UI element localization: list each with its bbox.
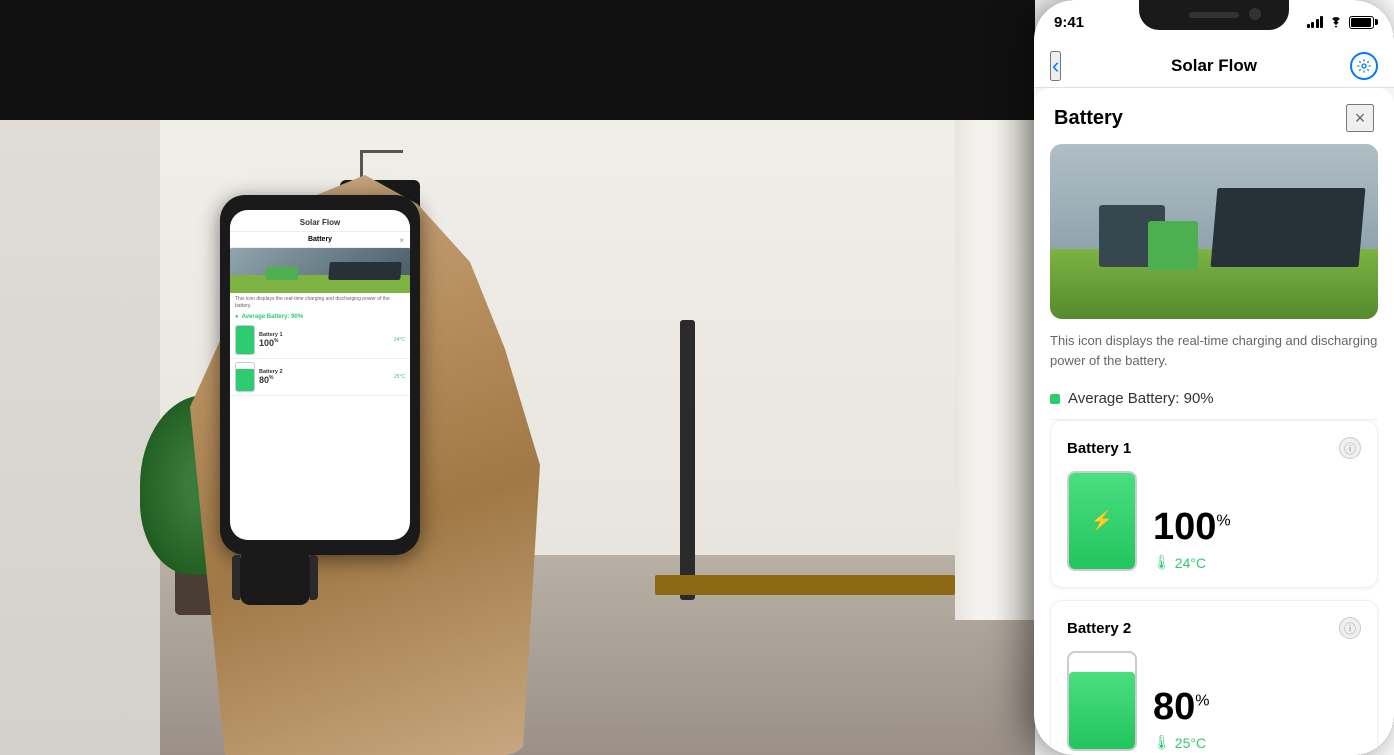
small-battery-cap-2 <box>241 362 249 363</box>
battery-1-percentage: 100% <box>1153 508 1361 546</box>
battery-1-content: ⚡ 100% 🌡 24°C <box>1067 471 1361 571</box>
solar-illustration <box>1050 144 1378 319</box>
signal-bar-3 <box>1316 19 1319 28</box>
phone-notch <box>1139 0 1289 30</box>
panel-header: Battery × <box>1034 88 1394 144</box>
battery-2-visual <box>1067 651 1137 751</box>
battery-1-temp-row: 🌡 24°C <box>1153 554 1361 571</box>
floor-lamp <box>680 320 695 600</box>
battery-1-temp: 24°C <box>1175 555 1206 571</box>
battery-fill <box>1351 18 1371 27</box>
small-battery-fill-1 <box>236 326 254 354</box>
wifi-icon <box>1328 16 1344 29</box>
small-phone-screen: Solar Flow Battery × This icon displays … <box>230 210 410 540</box>
solar-battery-illustration <box>1148 221 1197 270</box>
small-phone-close-icon: × <box>399 236 404 245</box>
small-battery-info-1: Battery 1 100% <box>259 332 390 348</box>
hand-with-phone: Solar Flow Battery × This icon displays … <box>160 155 560 755</box>
settings-icon <box>1356 58 1372 74</box>
small-phone-product-image <box>230 248 410 293</box>
small-battery-icon-1 <box>235 325 255 355</box>
small-battery-temp-2: 25°C <box>394 374 405 380</box>
battery-2-name: Battery 2 <box>1067 620 1131 637</box>
avg-battery-dot-icon <box>1050 394 1060 404</box>
phone-screen: 9:41 <box>1034 0 1394 755</box>
desk <box>655 575 955 595</box>
battery-2-temp-row: 🌡 25°C <box>1153 734 1361 751</box>
panel-title: Battery <box>1054 107 1123 130</box>
panel-close-button[interactable]: × <box>1346 104 1374 132</box>
battery-item-header-1: Battery 1 ⓘ <box>1067 437 1361 459</box>
battery-item-header-2: Battery 2 ⓘ <box>1067 617 1361 639</box>
battery-2-content: 80% 🌡 25°C <box>1067 651 1361 751</box>
small-phone: Solar Flow Battery × This icon displays … <box>220 195 420 555</box>
small-phone-nav-title: Solar Flow <box>230 210 410 232</box>
avg-battery-label: Average Battery: 90% <box>1068 390 1214 407</box>
small-battery-pct-2: 80% <box>259 375 390 385</box>
small-phone-panel-title: Battery <box>230 232 410 248</box>
nav-title: Solar Flow <box>1171 56 1257 76</box>
battery-status-icon <box>1349 16 1374 29</box>
status-icons <box>1307 16 1375 29</box>
small-phone-avg-battery: ●Average Battery: 90% <box>230 312 410 322</box>
signal-bars <box>1307 16 1324 28</box>
status-time: 9:41 <box>1054 14 1084 31</box>
main-phone: 9:41 <box>1034 0 1394 755</box>
thermometer-icon-2: 🌡 <box>1153 734 1171 751</box>
panel-description: This icon displays the real-time chargin… <box>1034 331 1394 382</box>
battery-1-stats: 100% 🌡 24°C <box>1153 508 1361 571</box>
battery-panel: Battery × This icon displays the real-ti… <box>1034 88 1394 755</box>
battery-1-name: Battery 1 <box>1067 440 1131 457</box>
info-icon-1: ⓘ <box>1344 440 1356 457</box>
notch-camera <box>1249 8 1261 20</box>
battery-1-visual: ⚡ <box>1067 471 1137 571</box>
battery-2-fill <box>1069 672 1135 749</box>
info-icon-2: ⓘ <box>1344 620 1356 637</box>
battery-1-bolt-icon: ⚡ <box>1091 511 1113 532</box>
small-battery-pct-1: 100% <box>259 338 390 348</box>
close-icon: × <box>1355 108 1366 129</box>
small-battery-icon-2 <box>235 362 255 392</box>
notch-speaker <box>1189 12 1239 18</box>
small-battery-fill-2 <box>236 369 254 391</box>
settings-button[interactable] <box>1350 52 1378 80</box>
battery-1-fill: ⚡ <box>1069 473 1135 569</box>
background-scene: ZENDURE ZENDURE Solar Flow Battery × <box>0 0 1035 755</box>
black-bar <box>0 0 1035 120</box>
small-battery-item-1: Battery 1 100% 24°C <box>230 322 410 359</box>
avg-battery-row: Average Battery: 90% <box>1034 382 1394 419</box>
signal-bar-4 <box>1320 16 1323 28</box>
small-battery-temp-1: 24°C <box>394 337 405 343</box>
small-battery-info-2: Battery 2 80% <box>259 369 390 385</box>
signal-bar-1 <box>1307 24 1310 28</box>
back-button[interactable]: ‹ <box>1050 51 1061 81</box>
small-battery-item-2: Battery 2 80% 25°C <box>230 359 410 396</box>
battery-2-temp: 25°C <box>1175 735 1206 751</box>
small-phone-description: This icon displays the real-time chargin… <box>230 293 410 312</box>
thermometer-icon-1: 🌡 <box>1153 554 1171 571</box>
battery-item-1: Battery 1 ⓘ ⚡ 100% <box>1050 420 1378 588</box>
battery-item-2: Battery 2 ⓘ 80% 🌡 25 <box>1050 600 1378 755</box>
battery-2-percentage: 80% <box>1153 688 1361 726</box>
curtain <box>955 120 1035 620</box>
back-chevron-icon: ‹ <box>1052 53 1059 79</box>
battery-2-info-button[interactable]: ⓘ <box>1339 617 1361 639</box>
battery-1-info-button[interactable]: ⓘ <box>1339 437 1361 459</box>
signal-bar-2 <box>1311 22 1314 28</box>
solar-panel-illustration <box>1211 188 1365 267</box>
top-nav-bar: ‹ Solar Flow <box>1034 44 1394 88</box>
product-image <box>1050 144 1378 319</box>
wrist-watch <box>240 550 310 605</box>
battery-2-stats: 80% 🌡 25°C <box>1153 688 1361 751</box>
